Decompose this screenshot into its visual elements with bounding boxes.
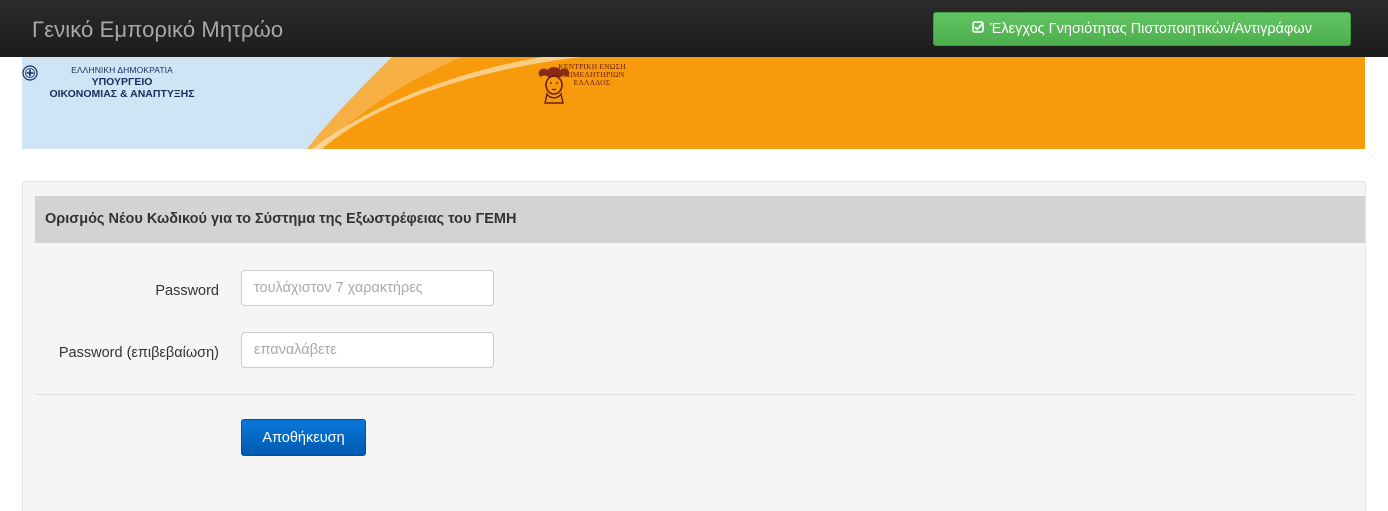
greek-emblem-icon bbox=[22, 65, 38, 81]
chamber-logo: ΚΕΝΤΡΙΚΗ ΕΝΩΣΗ ΕΠΙΜΕΛΗΤΗΡΙΩΝ ΕΛΛΑΔΟΣ bbox=[532, 63, 652, 104]
panel-heading: Ορισμός Νέου Κωδικού για το Σύστημα της … bbox=[35, 196, 1365, 243]
check-square-icon bbox=[972, 21, 984, 37]
save-button[interactable]: Αποθήκευση bbox=[241, 419, 366, 456]
top-navbar: Γενικό Εμπορικό Μητρώο Έλεγχος Γνησιότητ… bbox=[0, 0, 1388, 57]
hermes-head-icon bbox=[538, 67, 570, 104]
ministry-logo: ΕΛΛΗΝΙΚΗ ΔΗΜΟΚΡΑΤΙΑ ΥΠΟΥΡΓΕΙΟ ΟΙΚΟΝΟΜΙΑΣ… bbox=[22, 65, 222, 100]
verify-certificates-button[interactable]: Έλεγχος Γνησιότητας Πιστοποιητικών/Αντιγ… bbox=[933, 12, 1351, 46]
app-brand-title[interactable]: Γενικό Εμπορικό Μητρώο bbox=[32, 17, 283, 43]
header-banner: ΕΛΛΗΝΙΚΗ ΔΗΜΟΚΡΑΤΙΑ ΥΠΟΥΡΓΕΙΟ ΟΙΚΟΝΟΜΙΑΣ… bbox=[22, 57, 1365, 149]
password-confirm-input[interactable] bbox=[241, 332, 494, 368]
password-form-panel: Ορισμός Νέου Κωδικού για το Σύστημα της … bbox=[22, 181, 1366, 511]
password-label: Password bbox=[155, 283, 219, 299]
ministry-line-3: ΟΙΚΟΝΟΜΙΑΣ & ΑΝΑΠΤΥΞΗΣ bbox=[49, 88, 195, 100]
ministry-line-1: ΕΛΛΗΝΙΚΗ ΔΗΜΟΚΡΑΤΙΑ bbox=[71, 65, 173, 75]
verify-certificates-label: Έλεγχος Γνησιότητας Πιστοποιητικών/Αντιγ… bbox=[990, 21, 1312, 37]
banner-background bbox=[22, 57, 1365, 149]
ministry-line-2: ΥΠΟΥΡΓΕΙΟ bbox=[91, 76, 153, 88]
password-confirm-label: Password (επιβεβαίωση) bbox=[58, 345, 219, 361]
page-title: Ορισμός Νέου Κωδικού για το Σύστημα της … bbox=[45, 211, 517, 227]
form-divider bbox=[35, 394, 1355, 395]
password-input[interactable] bbox=[241, 270, 494, 306]
